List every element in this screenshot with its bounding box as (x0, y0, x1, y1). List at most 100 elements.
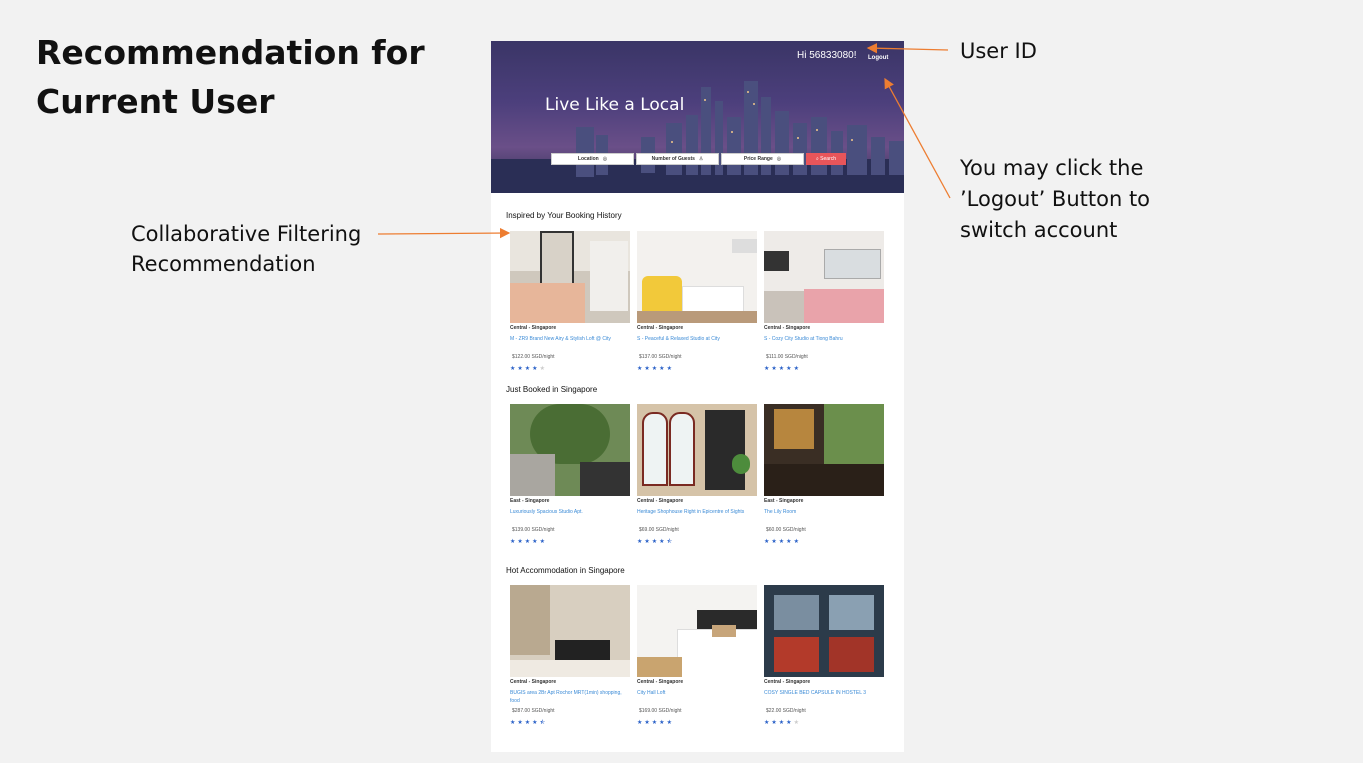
web-page: Hi 56833080! Logout Live Like a Local Lo… (491, 41, 904, 752)
star-icon: ★ (524, 720, 531, 726)
listing-location: Central - Singapore (637, 679, 684, 685)
listing-photo[interactable] (637, 585, 757, 677)
rating-stars: ★ ★ ★ ★ ★ (764, 366, 884, 372)
listing-card[interactable]: Central - Singapore COSY SINGLE BED CAPSU… (764, 585, 884, 726)
star-icon: ★ (651, 366, 658, 372)
coin-icon: ◎ (776, 156, 782, 162)
rating-stars: ★ ★ ★ ★ ★ (510, 539, 630, 545)
star-icon: ★ (786, 720, 792, 726)
listing-price: $111.00 SGD/night (766, 354, 808, 360)
star-icon: ★ (778, 720, 785, 726)
logout-button[interactable]: Logout (868, 55, 888, 61)
half-star-icon: ⯪ (666, 539, 673, 545)
note-logout: You may click the ’Logout’ Button to swi… (960, 156, 1151, 242)
listing-photo[interactable] (637, 231, 757, 323)
star-icon: ★ (637, 720, 643, 726)
star-icon: ★ (659, 539, 665, 545)
star-icon: ★ (764, 720, 770, 726)
search-button[interactable]: ⌕ Search (806, 153, 846, 165)
arrow-cf (377, 227, 511, 239)
star-icon: ★ (524, 366, 531, 372)
star-icon: ★ (764, 366, 770, 372)
section-title-hot-accommodation: Hot Accommodation in Singapore (506, 566, 625, 575)
listing-price: $137.00 SGD/night (639, 354, 682, 360)
star-icon: ★ (786, 539, 792, 545)
listing-name-link[interactable]: COSY SINGLE BED CAPSULE IN HOSTEL 3 (764, 689, 884, 705)
listing-location: East - Singapore (510, 498, 550, 504)
star-icon: ★ (771, 366, 777, 372)
section-title-just-booked: Just Booked in Singapore (506, 385, 598, 394)
listing-card[interactable]: Central - Singapore Heritage Shophouse Ri… (637, 404, 757, 545)
listing-name-link[interactable]: M - ZR9 Brand New Airy & Stylish Loft @ … (510, 335, 630, 351)
hero-title: Live Like a Local (545, 95, 685, 115)
listing-name-link[interactable]: Luxuriously Spacious Studio Apt. (510, 508, 630, 524)
listing-name-link[interactable]: S - Cozy City Studio at Tiong Bahru (764, 335, 884, 351)
rating-stars: ★ ★ ★ ★ ⯪ (510, 720, 630, 726)
star-icon: ★ (651, 720, 658, 726)
rating-stars: ★ ★ ★ ★ ★ (637, 720, 757, 726)
star-icon: ★ (510, 366, 516, 372)
star-icon: ★ (644, 366, 650, 372)
listing-name-link[interactable]: S - Peaceful & Relaxed Studio at City (637, 335, 757, 351)
location-label: Location (577, 156, 599, 162)
listing-photo[interactable] (764, 231, 884, 323)
listing-price: $60.00 SGD/night (766, 527, 806, 533)
star-icon: ★ (651, 539, 658, 545)
listing-photo[interactable] (510, 231, 630, 323)
rating-stars: ★ ★ ★ ★ ★ (764, 539, 884, 545)
listing-photo[interactable] (764, 585, 884, 677)
star-icon: ★ (637, 539, 643, 545)
note-user-id: User ID (960, 39, 1037, 63)
rating-stars: ★ ★ ★ ★ ★ (764, 720, 884, 726)
listing-name-link[interactable]: Heritage Shophouse Right in Epicentre of… (637, 508, 757, 524)
star-icon: ★ (644, 539, 650, 545)
listing-location: Central - Singapore (764, 679, 811, 685)
guests-field[interactable]: Number of Guests ♙ (636, 153, 719, 165)
listing-card[interactable]: East - Singapore Luxuriously Spacious Stu… (510, 404, 630, 545)
location-field[interactable]: Location ◎ (551, 153, 634, 165)
listing-price: $169.00 SGD/night (639, 708, 682, 714)
star-icon: ★ (524, 539, 531, 545)
listing-name-link[interactable]: The Lily Room (764, 508, 884, 524)
star-icon: ★ (532, 366, 538, 372)
person-icon: ♙ (698, 156, 704, 162)
star-icon: ★ (517, 720, 523, 726)
listing-card[interactable]: Central - Singapore M - ZR9 Brand New Air… (510, 231, 630, 372)
listing-card[interactable]: Central - Singapore BUGIS area 2Br Apt Ro… (510, 585, 630, 726)
listing-photo[interactable] (637, 404, 757, 496)
listing-location: Central - Singapore (637, 325, 684, 331)
listing-photo[interactable] (510, 404, 630, 496)
section-title-booking-history: Inspired by Your Booking History (506, 211, 622, 220)
star-icon: ★ (659, 366, 665, 372)
listing-price: $139.00 SGD/night (512, 527, 555, 533)
listing-photo[interactable] (764, 404, 884, 496)
star-icon: ★ (764, 539, 770, 545)
listing-card[interactable]: Central - Singapore S - Peaceful & Relaxe… (637, 231, 757, 372)
listing-location: Central - Singapore (510, 679, 557, 685)
star-icon: ★ (793, 539, 799, 545)
listing-name-link[interactable]: BUGIS area 2Br Apt Rochor MRT(1min) shop… (510, 689, 630, 705)
star-icon: ★ (517, 366, 523, 372)
listing-location: East - Singapore (764, 498, 804, 504)
star-icon: ★ (532, 539, 538, 545)
listing-card[interactable]: East - Singapore The Lily Room $60.00 SGD/… (764, 404, 884, 545)
star-icon: ★ (510, 720, 516, 726)
rating-stars: ★ ★ ★ ★ ★ (510, 366, 630, 372)
listing-card[interactable]: Central - Singapore City Hall Loft $169.00… (637, 585, 757, 726)
listing-photo[interactable] (510, 585, 630, 677)
city-skyline-image (491, 81, 904, 193)
star-icon: ★ (510, 539, 516, 545)
listing-price: $69.00 SGD/night (639, 527, 679, 533)
listing-name-link[interactable]: City Hall Loft (637, 689, 757, 705)
star-icon: ★ (771, 720, 777, 726)
half-star-icon: ⯪ (539, 720, 546, 726)
star-icon: ★ (539, 539, 545, 545)
user-greeting: Hi 56833080! (797, 50, 857, 61)
star-icon: ★ (532, 720, 538, 726)
listing-location: Central - Singapore (510, 325, 557, 331)
listing-card[interactable]: Central - Singapore S - Cozy City Studio … (764, 231, 884, 372)
rating-stars: ★ ★ ★ ★ ⯪ (637, 539, 757, 545)
price-range-field[interactable]: Price Range ◎ (721, 153, 804, 165)
slide-title: Recommendation for Current User (36, 33, 425, 121)
star-icon: ★ (517, 539, 523, 545)
